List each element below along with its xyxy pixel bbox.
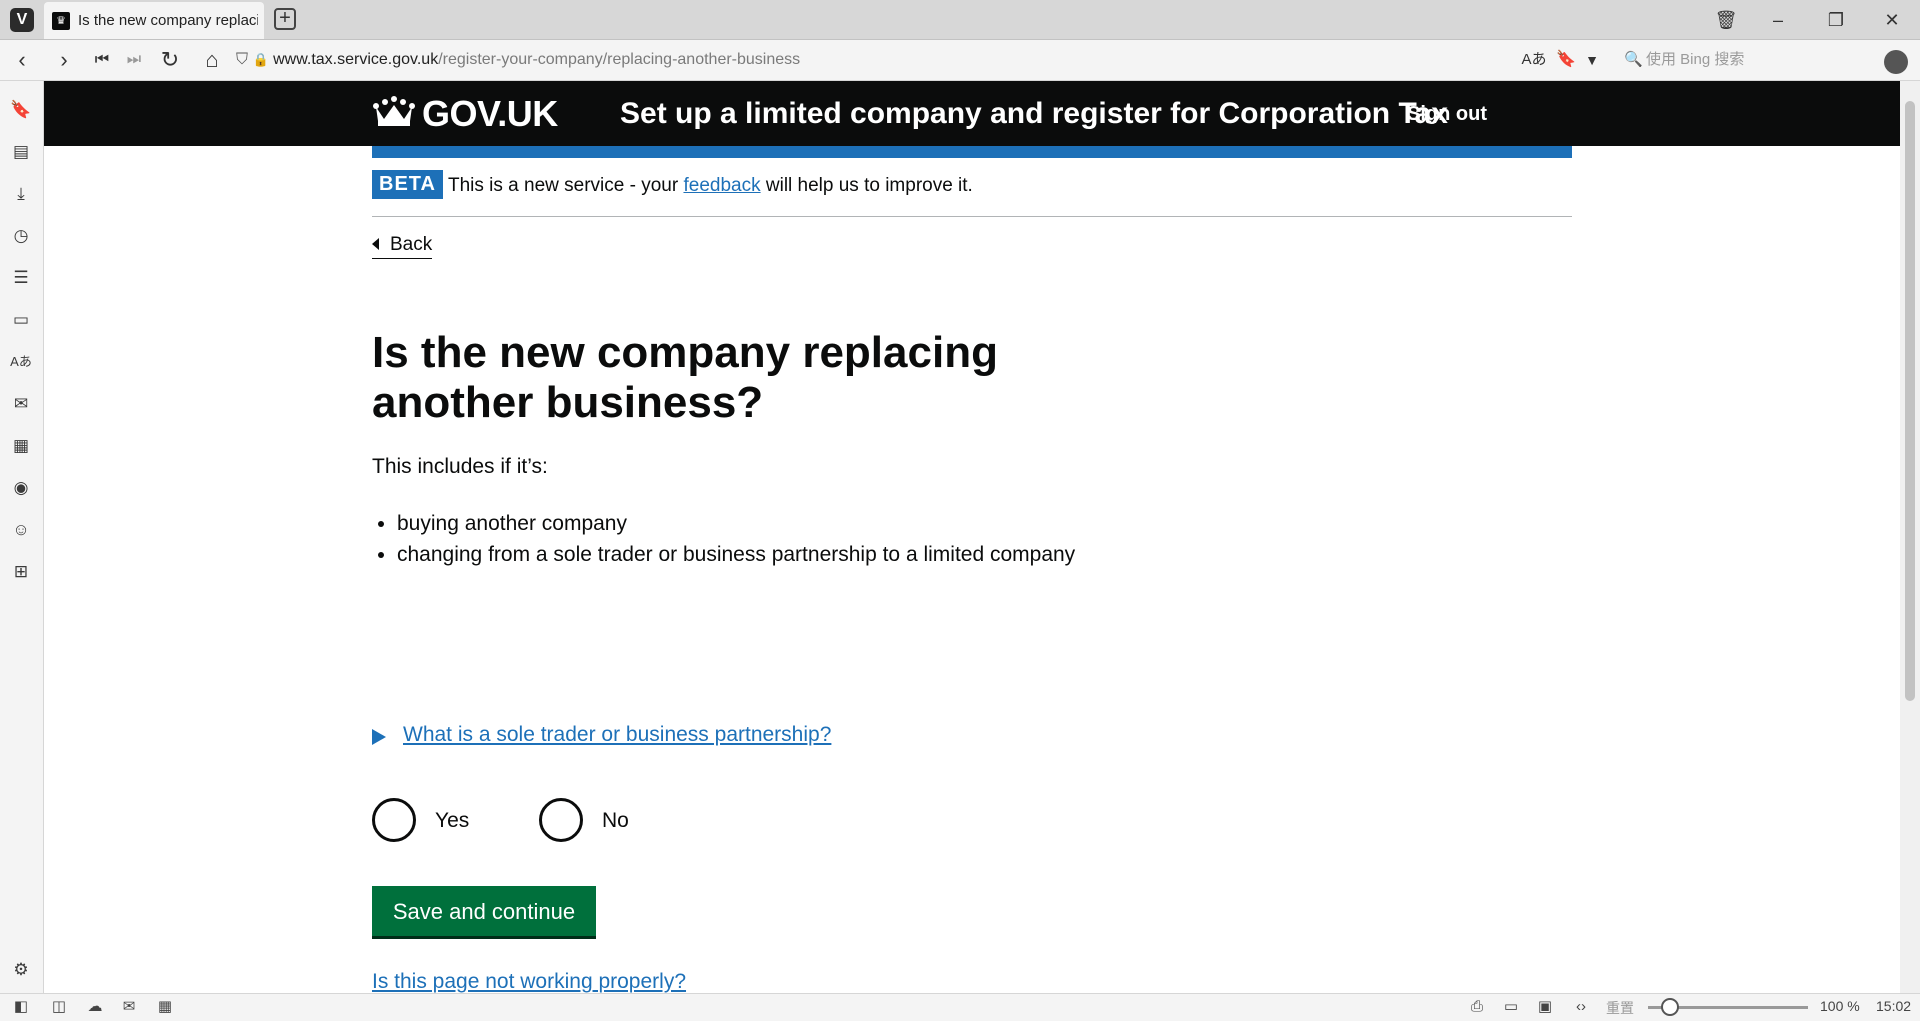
service-name[interactable]: Set up a limited company and register fo… [620, 97, 1448, 131]
translate-panel-icon[interactable]: Aあ [10, 351, 32, 373]
trash-icon[interactable]: 🗑 [1708, 6, 1744, 34]
list-item: changing from a sole trader or business … [397, 539, 1097, 570]
govuk-logotype[interactable]: GOV.UK [422, 93, 558, 135]
details-summary-link[interactable]: What is a sole trader or business partne… [403, 723, 831, 747]
new-tab-button[interactable]: + [274, 8, 296, 30]
bookmark-icon[interactable]: 🔖 [1552, 48, 1580, 72]
zoom-reset-label[interactable]: 重置 [1606, 998, 1634, 1018]
radio-no-label[interactable]: No [602, 809, 629, 833]
beta-tag: BETA [372, 170, 443, 199]
sign-out-link[interactable]: Sign out [1407, 103, 1487, 126]
url-field[interactable]: ⛉ 🔒 www.tax.service.gov.uk/register-your… [236, 46, 1596, 74]
status-mail-icon[interactable]: ✉ [118, 998, 140, 1016]
triangle-right-icon [372, 729, 386, 745]
back-chevron-icon [372, 238, 379, 250]
add-panel-icon[interactable]: ⊞ [10, 561, 32, 583]
phase-text-after: will help us to improve it. [760, 175, 973, 196]
zoom-level: 100 % [1820, 998, 1860, 1014]
contacts-icon[interactable]: ☺ [10, 519, 32, 541]
phase-banner-text: This is a new service - your feedback wi… [448, 175, 973, 197]
status-bar: ◧ ◫ ☁ ✉ ▦ ⎙ ▭ ▣ ‹› 重置 100 % 15:02 [0, 993, 1920, 1021]
phase-banner: BETA This is a new service - your feedba… [372, 158, 1572, 217]
page-actions-icon[interactable]: ‹› [1570, 998, 1592, 1016]
page-title: Is the new company replacing another bus… [372, 328, 998, 427]
settings-gear-icon[interactable]: ⚙ [10, 959, 32, 981]
notes-icon[interactable]: ☰ [10, 267, 32, 289]
close-window-button[interactable]: ✕ [1874, 6, 1910, 34]
clock: 15:02 [1876, 998, 1912, 1014]
shield-icon: ⛉ [236, 51, 249, 68]
radio-no-circle[interactable] [539, 798, 583, 842]
radio-no[interactable]: No [539, 798, 659, 846]
history-icon[interactable]: ◷ [10, 225, 32, 247]
tab-bar: V ♛ Is the new company replaci + 🗑 – ❐ ✕ [0, 0, 1920, 40]
list-item: buying another company [397, 508, 1097, 539]
capture-camera-icon[interactable]: ⎙ [1466, 998, 1488, 1016]
downloads-icon[interactable]: ⤓ [10, 183, 32, 205]
rewind-icon[interactable]: ⏮ [88, 48, 116, 72]
tab-title: Is the new company replaci [78, 12, 258, 29]
radio-yes-circle[interactable] [372, 798, 416, 842]
page-viewport: GOV.UK Set up a limited company and regi… [44, 81, 1900, 993]
reading-list-icon[interactable]: ▤ [10, 141, 32, 163]
lock-icon: 🔒 [252, 52, 269, 67]
url-host: www.tax.service.gov.uk [273, 51, 439, 68]
crown-favicon-icon: ♛ [52, 12, 70, 30]
lead-paragraph: This includes if it’s: [372, 455, 548, 478]
bookmarks-panel-icon[interactable]: 🔖 [10, 99, 32, 121]
header-blue-bar [372, 146, 1572, 158]
calendar-icon[interactable]: ▦ [10, 435, 32, 457]
radio-yes[interactable]: Yes [372, 798, 492, 846]
includes-list: buying another company changing from a s… [372, 508, 1097, 570]
vivaldi-logo-icon[interactable]: V [10, 8, 34, 32]
translate-icon[interactable]: Aあ [1520, 48, 1548, 72]
govuk-header: GOV.UK Set up a limited company and regi… [44, 81, 1900, 146]
reload-icon[interactable]: ↻ [156, 48, 184, 72]
forward-nav-icon[interactable]: › [50, 48, 78, 72]
images-toggle-icon[interactable]: ▣ [1534, 998, 1556, 1016]
report-problem-link[interactable]: Is this page not working properly? [372, 970, 686, 993]
minimize-button[interactable]: – [1760, 6, 1796, 34]
zoom-slider-handle[interactable] [1661, 998, 1680, 1016]
window-panel-icon[interactable]: ▭ [10, 309, 32, 331]
restore-button[interactable]: ❐ [1818, 6, 1854, 34]
page-scrollbar[interactable] [1900, 81, 1920, 993]
status-calendar-icon[interactable]: ▦ [154, 998, 176, 1016]
profile-icon[interactable] [1884, 50, 1908, 74]
active-tab[interactable]: ♛ Is the new company replaci [44, 2, 264, 39]
phase-text-before: This is a new service - your [448, 175, 684, 196]
back-link[interactable]: Back [372, 234, 433, 259]
save-and-continue-button[interactable]: Save and continue [372, 886, 596, 936]
page-tiling-icon[interactable]: ▭ [1500, 998, 1522, 1016]
sync-cloud-icon[interactable]: ☁ [84, 998, 106, 1016]
dropdown-chevron-icon[interactable]: ▼ [1578, 48, 1606, 72]
browser-sidebar: 🔖 ▤ ⤓ ◷ ☰ ▭ Aあ ✉ ▦ ◉ ☺ ⊞ ⚙ [0, 81, 44, 993]
address-bar: ‹ › ⏮ ⏭ ↻ ⌂ ⛉ 🔒 www.tax.service.gov.uk/r… [0, 40, 1920, 81]
scrollbar-thumb[interactable] [1905, 101, 1915, 701]
tab-tiling-icon[interactable]: ◫ [48, 998, 70, 1016]
radio-yes-label[interactable]: Yes [435, 809, 469, 833]
feedback-link[interactable]: feedback [683, 175, 760, 196]
back-nav-icon[interactable]: ‹ [8, 48, 36, 72]
url-path: /register-your-company/replacing-another… [438, 51, 801, 68]
feeds-icon[interactable]: ◉ [10, 477, 32, 499]
fast-forward-icon[interactable]: ⏭ [120, 48, 148, 72]
panel-toggle-icon[interactable]: ◧ [10, 998, 32, 1016]
mail-icon[interactable]: ✉ [10, 393, 32, 415]
crown-logo-icon[interactable] [372, 95, 416, 129]
back-link-label: Back [390, 234, 433, 255]
search-placeholder: 使用 Bing 搜索 [1646, 51, 1745, 68]
search-input[interactable]: 🔍 使用 Bing 搜索 [1618, 46, 1868, 74]
search-icon: 🔍 [1624, 51, 1643, 68]
home-icon[interactable]: ⌂ [198, 48, 226, 72]
